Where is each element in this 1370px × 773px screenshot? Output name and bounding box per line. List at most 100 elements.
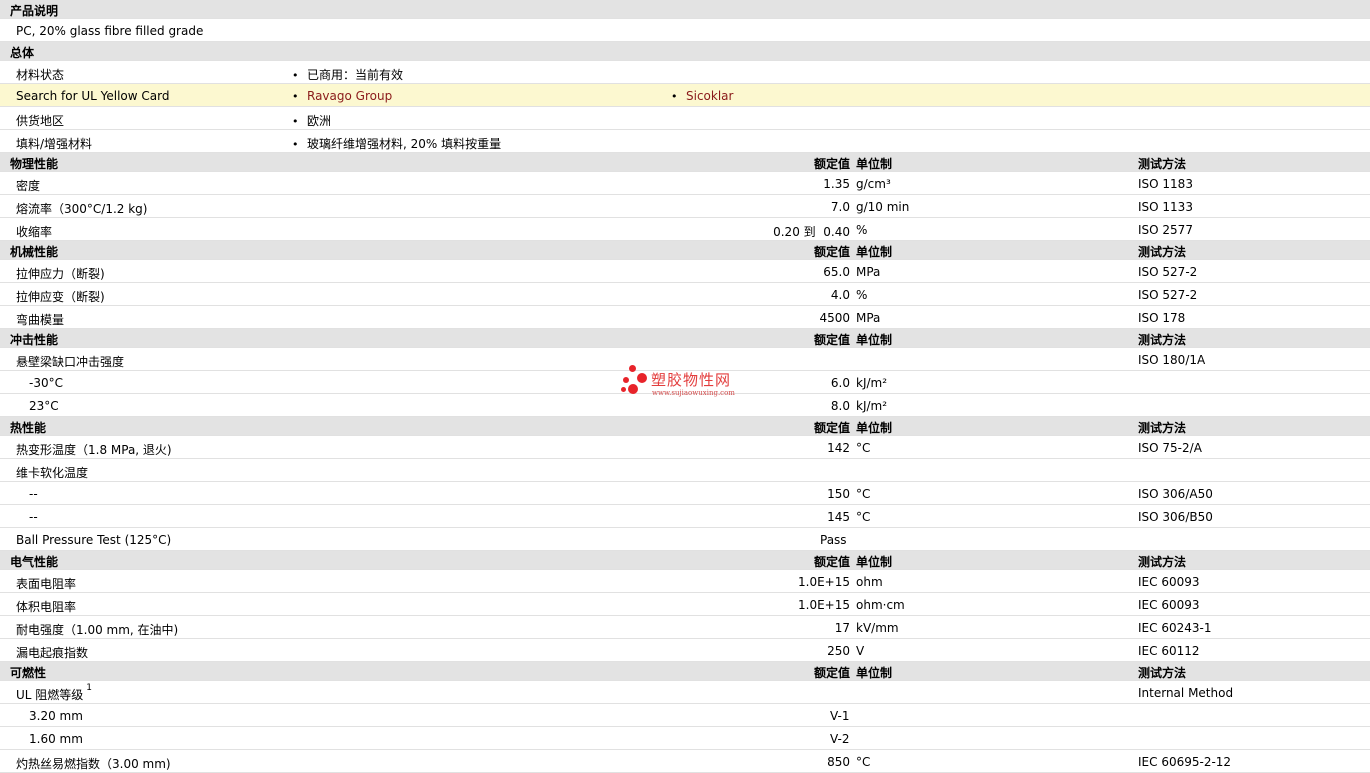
property-value: 6.0 bbox=[830, 376, 850, 390]
row-label: 供货地区 bbox=[16, 114, 65, 128]
column-header-test: 测试方法 bbox=[1138, 666, 1187, 680]
property-row: 弯曲模量 4500 MPa ISO 178 bbox=[0, 306, 1370, 329]
column-header-test: 测试方法 bbox=[1138, 333, 1187, 347]
test-method: IEC 60093 bbox=[1138, 575, 1200, 589]
ravago-group-link[interactable]: Ravago Group bbox=[307, 89, 392, 103]
property-label: 热变形温度（1.8 MPa, 退火) bbox=[16, 443, 172, 457]
property-row: 维卡软化温度 bbox=[0, 459, 1370, 482]
watermark-url: www.sujiaowuxing.com bbox=[652, 389, 735, 397]
bullet-value: 玻璃纤维增强材料, 20% 填料按重量 bbox=[292, 135, 501, 152]
property-unit: MPa bbox=[856, 265, 881, 279]
column-header-test: 测试方法 bbox=[1138, 555, 1187, 569]
test-method: ISO 178 bbox=[1138, 311, 1186, 325]
property-label: 1.60 mm bbox=[29, 732, 83, 746]
property-sub-row: 3.20 mm V-1 bbox=[0, 704, 1370, 727]
property-unit: g/10 min bbox=[856, 200, 910, 214]
test-method: IEC 60695-2-12 bbox=[1138, 755, 1232, 769]
section-title: 物理性能 bbox=[10, 157, 59, 171]
property-row: 熔流率（300°C/1.2 kg) 7.0 g/10 min ISO 1133 bbox=[0, 195, 1370, 218]
property-row: 热变形温度（1.8 MPa, 退火) 142 °C ISO 75-2/A bbox=[0, 436, 1370, 459]
property-unit: % bbox=[856, 288, 868, 302]
test-method: IEC 60093 bbox=[1138, 598, 1200, 612]
column-header-value: 额定值 bbox=[813, 666, 850, 680]
section-title: 总体 bbox=[10, 46, 35, 60]
column-header-test: 测试方法 bbox=[1138, 245, 1187, 259]
test-method: ISO 1183 bbox=[1138, 177, 1193, 191]
property-unit: kJ/m² bbox=[856, 399, 888, 413]
property-value: 7.0 bbox=[830, 200, 850, 214]
column-header-unit: 单位制 bbox=[856, 555, 893, 569]
column-header-value: 额定值 bbox=[813, 555, 850, 569]
column-header-value: 额定值 bbox=[813, 421, 850, 435]
property-label: -- bbox=[29, 487, 38, 501]
property-label: UL 阻燃等级 1 bbox=[16, 683, 92, 703]
property-unit: kJ/m² bbox=[856, 376, 888, 390]
property-label: 悬壁梁缺口冲击强度 bbox=[16, 355, 125, 369]
section-title: 可燃性 bbox=[10, 666, 47, 680]
column-header-value: 额定值 bbox=[813, 245, 850, 259]
property-unit: MPa bbox=[856, 311, 881, 325]
test-method: ISO 2577 bbox=[1138, 223, 1193, 237]
section-title: 机械性能 bbox=[10, 245, 59, 259]
property-value: 4500 bbox=[819, 311, 850, 325]
property-row: 漏电起痕指数 250 V IEC 60112 bbox=[0, 639, 1370, 662]
column-header-value: 额定值 bbox=[813, 157, 850, 171]
property-unit: ohm bbox=[856, 575, 883, 589]
column-header-unit: 单位制 bbox=[856, 333, 893, 347]
property-label: 拉伸应力（断裂) bbox=[16, 267, 105, 281]
column-header-unit: 单位制 bbox=[856, 666, 893, 680]
property-label: 拉伸应变（断裂) bbox=[16, 290, 105, 304]
property-row: UL 阻燃等级 1 Internal Method bbox=[0, 681, 1370, 704]
section-title: 电气性能 bbox=[10, 555, 59, 569]
property-label: 23°C bbox=[29, 399, 59, 413]
property-unit: ohm·cm bbox=[856, 598, 905, 612]
property-unit: °C bbox=[856, 510, 871, 524]
property-unit: V bbox=[856, 644, 865, 658]
watermark-text: 塑胶物性网 bbox=[651, 371, 732, 389]
property-value: V-1 bbox=[830, 709, 850, 723]
property-label: 密度 bbox=[16, 179, 41, 193]
logo-dots-icon bbox=[621, 365, 649, 399]
test-method: IEC 60112 bbox=[1138, 644, 1200, 658]
test-method: ISO 306/A50 bbox=[1138, 487, 1213, 501]
property-value: 1.0E+15 bbox=[798, 575, 850, 589]
test-method: ISO 306/B50 bbox=[1138, 510, 1213, 524]
property-value: 65.0 bbox=[823, 265, 850, 279]
property-unit: g/cm³ bbox=[856, 177, 891, 191]
column-header-value: 额定值 bbox=[813, 333, 850, 347]
property-label: Ball Pressure Test (125°C) bbox=[16, 533, 172, 547]
property-label: 耐电强度（1.00 mm, 在油中) bbox=[16, 623, 179, 637]
column-header-test: 测试方法 bbox=[1138, 157, 1187, 171]
bullet-link-item: Sicoklar bbox=[671, 89, 733, 103]
section-header-general: 总体 bbox=[0, 42, 1370, 61]
bullet-value: 欧洲 bbox=[292, 112, 331, 129]
property-sub-row: 1.60 mm V-2 bbox=[0, 727, 1370, 750]
property-label: -- bbox=[29, 510, 38, 524]
property-label: 表面电阻率 bbox=[16, 577, 77, 591]
sicoklar-link[interactable]: Sicoklar bbox=[686, 89, 733, 103]
section-header-electrical: 电气性能 额定值 单位制 测试方法 bbox=[0, 551, 1370, 570]
property-value: 1.35 bbox=[823, 177, 850, 191]
property-label: 3.20 mm bbox=[29, 709, 83, 723]
property-value: 17 bbox=[834, 621, 850, 635]
property-row: Ball Pressure Test (125°C) Pass bbox=[0, 528, 1370, 551]
section-title: 热性能 bbox=[10, 421, 47, 435]
property-row: 拉伸应力（断裂) 65.0 MPa ISO 527-2 bbox=[0, 260, 1370, 283]
general-row-material-status: 材料状态 已商用：当前有效 bbox=[0, 61, 1370, 84]
property-label: 灼热丝易燃指数（3.00 mm) bbox=[16, 757, 171, 771]
property-unit: °C bbox=[856, 441, 871, 455]
column-header-unit: 单位制 bbox=[856, 157, 893, 171]
property-sub-row: -- 145 °C ISO 306/B50 bbox=[0, 505, 1370, 528]
property-row: 密度 1.35 g/cm³ ISO 1183 bbox=[0, 172, 1370, 195]
property-label-text: UL 阻燃等级 bbox=[16, 688, 84, 702]
watermark-logo: 塑胶物性网 www.sujiaowuxing.com bbox=[621, 365, 761, 399]
footnote-marker[interactable]: 1 bbox=[86, 683, 92, 693]
row-label: Search for UL Yellow Card bbox=[16, 89, 170, 103]
property-label: -30°C bbox=[29, 376, 63, 390]
general-row-supply-region: 供货地区 欧洲 bbox=[0, 107, 1370, 130]
column-header-unit: 单位制 bbox=[856, 245, 893, 259]
row-label: 填料/增强材料 bbox=[16, 137, 93, 151]
property-unit: °C bbox=[856, 755, 871, 769]
property-unit: % bbox=[856, 223, 868, 237]
test-method: ISO 1133 bbox=[1138, 200, 1193, 214]
